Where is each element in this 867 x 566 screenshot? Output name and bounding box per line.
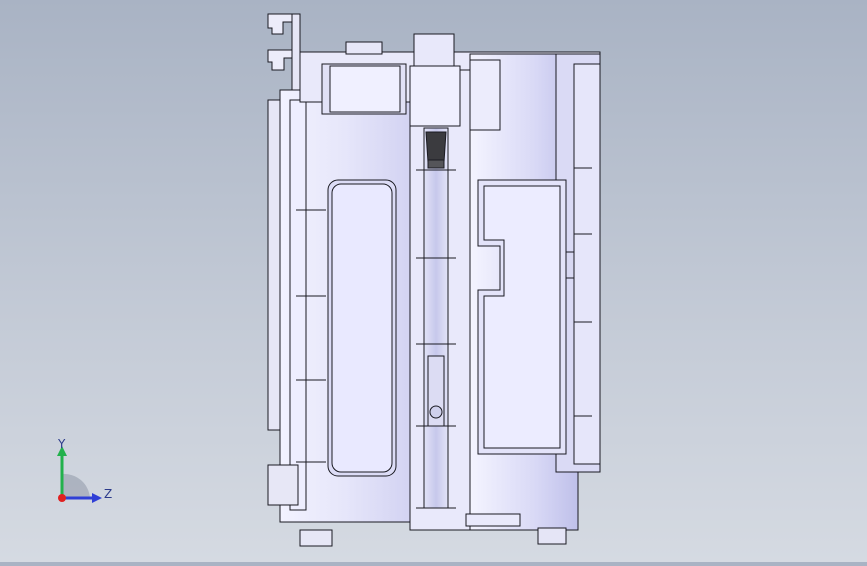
cartridge-model[interactable] <box>267 13 601 547</box>
cad-viewport[interactable] <box>0 0 867 562</box>
y-axis-label: Y <box>57 437 66 451</box>
coordinate-triad: Y Z <box>40 436 130 516</box>
z-axis-label: Z <box>104 487 112 501</box>
right-housing <box>465 53 601 545</box>
center-tube <box>409 33 471 531</box>
coordinate-triad-icon: Y Z <box>57 437 112 503</box>
